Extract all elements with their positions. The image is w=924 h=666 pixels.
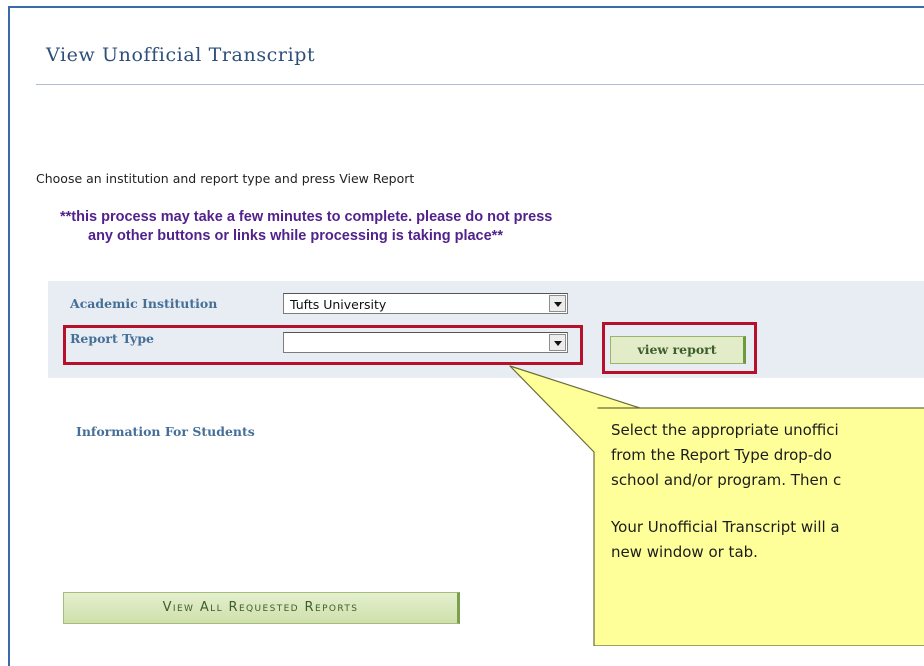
view-report-highlight (602, 322, 757, 374)
warning-line-2: any other buttons or links while process… (88, 228, 503, 244)
callout-line-3: school and/or program. Then c (611, 471, 842, 489)
callout-spacer (611, 493, 924, 515)
title-divider (36, 84, 924, 85)
callout-line-4: Your Unofficial Transcript will a (611, 518, 840, 536)
callout-text: Select the appropriate unoffici from the… (611, 418, 924, 565)
information-for-students-link[interactable]: Information For Students (76, 424, 255, 439)
report-type-highlight (63, 325, 583, 365)
chevron-down-icon[interactable] (549, 295, 566, 312)
page-title: View Unofficial Transcript (46, 44, 316, 66)
warning-line-1: **this process may take a few minutes to… (60, 209, 553, 225)
callout-line-5: new window or tab. (611, 543, 758, 561)
processing-warning: **this process may take a few minutes to… (60, 208, 780, 246)
instructions-text: Choose an institution and report type an… (36, 171, 415, 186)
institution-select[interactable]: Tufts University (283, 293, 568, 314)
view-all-requested-reports-button[interactable]: View All Requested Reports (63, 592, 460, 624)
institution-label: Academic Institution (70, 296, 218, 311)
callout-line-2: from the Report Type drop-do (611, 446, 832, 464)
callout-line-1: Select the appropriate unoffici (611, 421, 839, 439)
institution-select-value: Tufts University (290, 297, 387, 312)
